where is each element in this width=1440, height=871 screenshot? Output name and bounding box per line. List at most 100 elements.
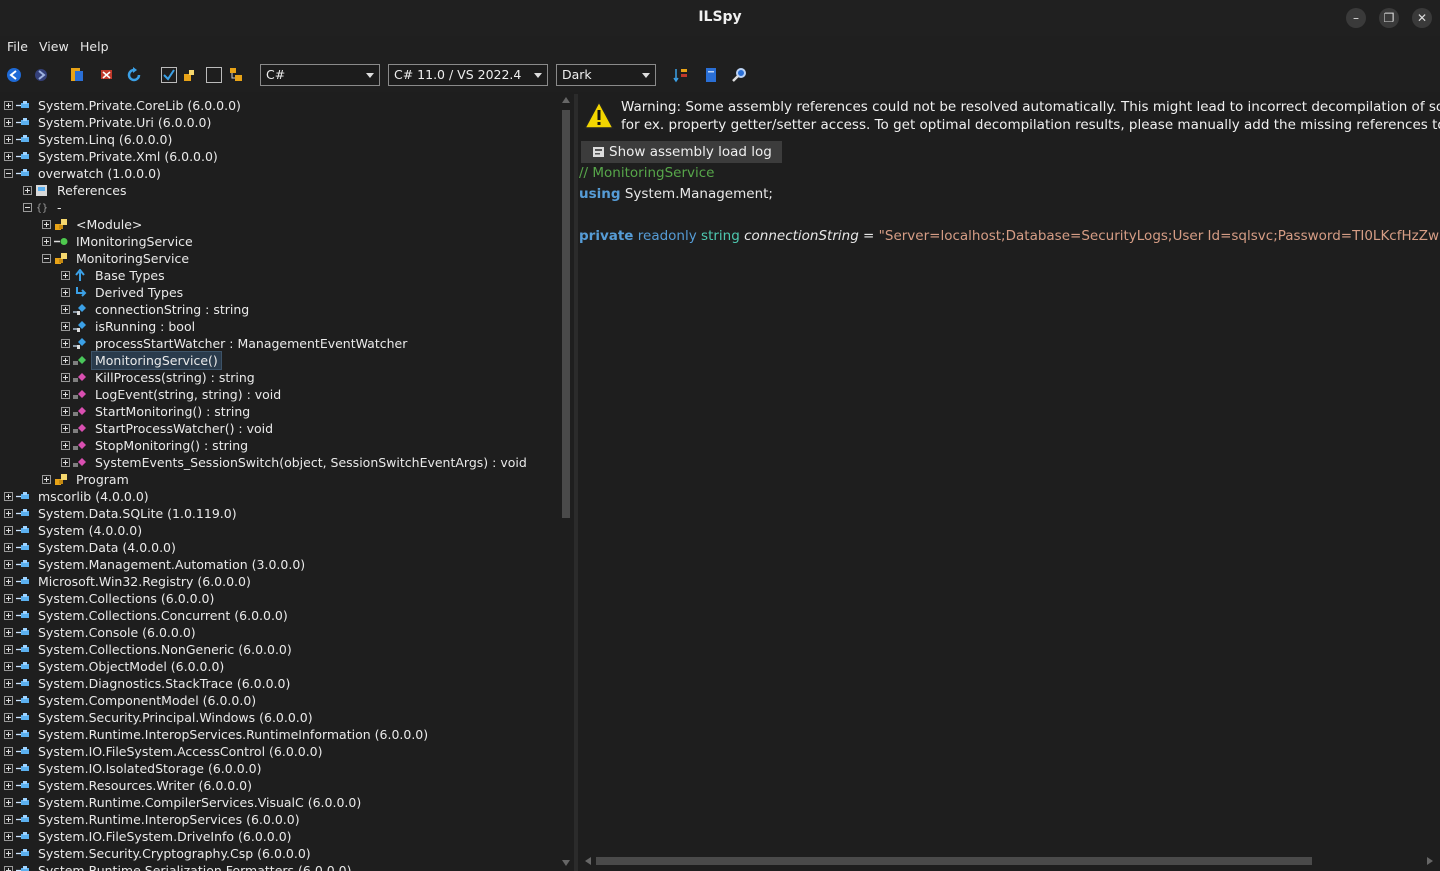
forward-icon[interactable] [32, 66, 50, 84]
chevron-down-icon [534, 73, 542, 78]
expand-icon[interactable] [4, 849, 13, 858]
expand-icon[interactable] [61, 288, 70, 297]
open-file-icon[interactable] [68, 66, 86, 84]
expand-icon[interactable] [42, 475, 51, 484]
expand-icon[interactable] [4, 696, 13, 705]
collapse-icon[interactable] [4, 169, 13, 178]
sort-icon[interactable] [672, 66, 690, 84]
assembly-icon [16, 660, 30, 673]
language-combo[interactable]: C# [260, 64, 380, 86]
expand-icon[interactable] [4, 628, 13, 637]
menu-view[interactable]: View [39, 39, 69, 54]
show-public-checkbox-icon[interactable] [160, 66, 178, 84]
close-button[interactable]: ✕ [1412, 8, 1432, 28]
collapse-icon[interactable] [42, 254, 51, 263]
expand-icon[interactable] [4, 866, 13, 871]
equals-sign: = [858, 228, 879, 244]
tree-vertical-scrollbar[interactable] [558, 94, 574, 871]
expand-icon[interactable] [4, 152, 13, 161]
expand-icon[interactable] [61, 356, 70, 365]
scroll-left-icon[interactable] [585, 857, 591, 865]
expand-icon[interactable] [4, 679, 13, 688]
scroll-up-icon[interactable] [562, 97, 570, 103]
tree-scrollbar-thumb[interactable] [562, 110, 570, 518]
expand-icon[interactable] [61, 424, 70, 433]
expand-icon[interactable] [4, 577, 13, 586]
menu-file[interactable]: File [7, 39, 28, 54]
interface-icon [54, 235, 68, 248]
minimize-button[interactable]: – [1346, 8, 1366, 28]
show-load-log-button[interactable]: Show assembly load log [581, 141, 782, 163]
expand-icon[interactable] [4, 645, 13, 654]
expand-icon[interactable] [61, 271, 70, 280]
namespace-icon: {} [35, 201, 49, 214]
expand-icon[interactable] [4, 747, 13, 756]
expand-icon[interactable] [42, 220, 51, 229]
expand-icon[interactable] [4, 611, 13, 620]
assembly-icon [16, 116, 30, 129]
expand-icon[interactable] [4, 832, 13, 841]
back-icon[interactable] [5, 66, 23, 84]
search-icon[interactable] [730, 66, 748, 84]
expand-icon[interactable] [4, 764, 13, 773]
expand-icon[interactable] [4, 526, 13, 535]
expand-icon[interactable] [4, 560, 13, 569]
version-combo[interactable]: C# 11.0 / VS 2022.4 [388, 64, 548, 86]
expand-icon[interactable] [42, 237, 51, 246]
expand-icon[interactable] [4, 135, 13, 144]
remove-assembly-icon[interactable] [98, 66, 116, 84]
expand-icon[interactable] [61, 373, 70, 382]
expand-icon[interactable] [4, 781, 13, 790]
expand-icon[interactable] [4, 118, 13, 127]
code-horizontal-scrollbar[interactable] [578, 852, 1440, 870]
assembly-tree[interactable]: System.Private.CoreLib (6.0.0.0) System.P… [0, 94, 558, 871]
expand-icon[interactable] [4, 543, 13, 552]
expand-icon[interactable] [4, 594, 13, 603]
expand-icon[interactable] [61, 458, 70, 467]
tree-node-label: System.Runtime.InteropServices.RuntimeIn… [38, 727, 429, 742]
tree-node-label: System.Security.Cryptography.Csp (6.0.0.… [38, 846, 311, 861]
filter-icon[interactable] [180, 66, 198, 84]
tree-node-label: System.Management.Automation (3.0.0.0) [38, 557, 306, 572]
decompiler-pane: Warning: Some assembly references could … [578, 94, 1440, 871]
expand-icon[interactable] [61, 305, 70, 314]
expand-icon[interactable] [4, 798, 13, 807]
hierarchy-icon[interactable] [227, 66, 245, 84]
tree-node-label: connectionString : string [95, 302, 250, 317]
keyword-readonly: readonly [637, 228, 697, 244]
theme-combo[interactable]: Dark [556, 64, 656, 86]
expand-icon[interactable] [61, 322, 70, 331]
expand-icon[interactable] [61, 407, 70, 416]
tree-node-label: overwatch (1.0.0.0) [38, 166, 161, 181]
tree-node-label: <Module> [76, 217, 143, 232]
expand-icon[interactable] [4, 492, 13, 501]
refresh-icon[interactable] [125, 66, 143, 84]
code-scrollbar-thumb[interactable] [596, 857, 1312, 865]
tree-node-label: System.Security.Principal.Windows (6.0.0… [38, 710, 313, 725]
collapse-icon[interactable] [23, 203, 32, 212]
tree-node-label: System.Diagnostics.StackTrace (6.0.0.0) [38, 676, 291, 691]
scroll-right-icon[interactable] [1427, 857, 1433, 865]
expand-icon[interactable] [4, 815, 13, 824]
show-all-checkbox-icon[interactable] [205, 66, 223, 84]
assembly-icon [16, 796, 30, 809]
code-comment: // MonitoringService [579, 165, 715, 181]
expand-icon[interactable] [4, 662, 13, 671]
toolbar: C# C# 11.0 / VS 2022.4 Dark [0, 58, 1440, 92]
tree-node-label: StartProcessWatcher() : void [95, 421, 274, 436]
scroll-down-icon[interactable] [562, 860, 570, 866]
menu-help[interactable]: Help [80, 39, 109, 54]
expand-icon[interactable] [4, 713, 13, 722]
manage-lists-icon[interactable] [702, 66, 720, 84]
expand-icon[interactable] [4, 730, 13, 739]
expand-icon[interactable] [4, 101, 13, 110]
expand-icon[interactable] [61, 390, 70, 399]
expand-icon[interactable] [4, 509, 13, 518]
tree-node-label: IMonitoringService [76, 234, 193, 249]
expand-icon[interactable] [61, 339, 70, 348]
expand-icon[interactable] [23, 186, 32, 195]
tree-node-label: Microsoft.Win32.Registry (6.0.0.0) [38, 574, 251, 589]
maximize-button[interactable]: ❐ [1379, 8, 1399, 28]
assembly-icon [16, 745, 30, 758]
expand-icon[interactable] [61, 441, 70, 450]
